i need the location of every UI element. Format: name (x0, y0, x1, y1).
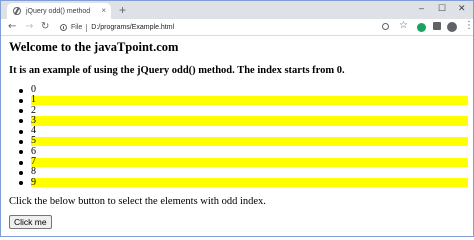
highlight-band (31, 95, 468, 106)
address-bar[interactable]: File D:/programs/Example.html (60, 21, 390, 34)
list-item: 2 (9, 104, 468, 116)
list-item: 7 (9, 156, 468, 167)
index-list: 0123456789 (9, 84, 468, 188)
info-icon[interactable] (60, 24, 67, 31)
highlight-band (31, 147, 468, 156)
star-icon[interactable]: ☆ (399, 20, 408, 32)
list-item-label: 9 (31, 176, 36, 188)
page-content: Welcome to the javaTpoint.com It is an e… (2, 37, 474, 237)
minimize-button[interactable]: – (419, 2, 424, 14)
highlight-band (31, 127, 468, 136)
puzzle-icon[interactable] (433, 22, 441, 30)
browser-toolbar: ← → ↻ File D:/programs/Example.html ☆ ⋮ (1, 19, 474, 36)
menu-icon[interactable]: ⋮ (464, 20, 474, 32)
address-separator (86, 23, 88, 32)
profile-icon[interactable] (447, 22, 457, 32)
page-title: Welcome to the javaTpoint.com (9, 40, 179, 54)
url-text[interactable]: D:/programs/Example.html (91, 24, 174, 31)
browser-window: jQuery odd() method × + – ☐ ✕ ← → ↻ File… (0, 0, 474, 237)
window-close-button[interactable]: ✕ (458, 2, 466, 14)
highlight-band (31, 86, 468, 95)
highlight-band (31, 116, 468, 126)
maximize-button[interactable]: ☐ (438, 2, 446, 14)
back-arrow-icon[interactable]: ← (8, 21, 16, 33)
highlight-band (31, 157, 468, 167)
page-subtitle: It is an example of using the jQuery odd… (9, 65, 345, 76)
highlight-band (31, 106, 468, 115)
tab-title: jQuery odd() method (26, 7, 91, 15)
tab-active[interactable]: jQuery odd() method × (7, 3, 111, 19)
list-item: 5 (9, 135, 468, 147)
list-item: 9 (9, 176, 468, 188)
list-item: 6 (9, 146, 468, 157)
list-item: 3 (9, 115, 468, 126)
list-item-label: 8 (31, 166, 36, 178)
extension-icon[interactable] (417, 23, 426, 32)
list-item-label: 5 (31, 135, 36, 147)
click-me-button[interactable]: Click me (9, 215, 52, 229)
highlight-band (31, 168, 468, 177)
new-tab-button[interactable]: + (119, 3, 126, 17)
globe-icon (13, 7, 21, 15)
tab-strip: jQuery odd() method × + – ☐ ✕ (1, 1, 473, 19)
highlight-band (31, 178, 468, 188)
list-item: 8 (9, 167, 468, 177)
scheme-label: File (71, 24, 83, 31)
list-item-label: 2 (31, 104, 36, 116)
instruction-text: Click the below button to select the ele… (9, 196, 266, 207)
reload-icon[interactable]: ↻ (41, 21, 49, 33)
close-icon[interactable]: × (101, 6, 106, 15)
highlight-band (31, 136, 468, 147)
list-item-label: 1 (31, 94, 36, 106)
forward-arrow-icon[interactable]: → (25, 21, 33, 33)
list-item: 0 (9, 84, 468, 95)
list-item: 1 (9, 94, 468, 106)
zoom-icon[interactable] (382, 23, 389, 30)
list-item: 4 (9, 126, 468, 136)
